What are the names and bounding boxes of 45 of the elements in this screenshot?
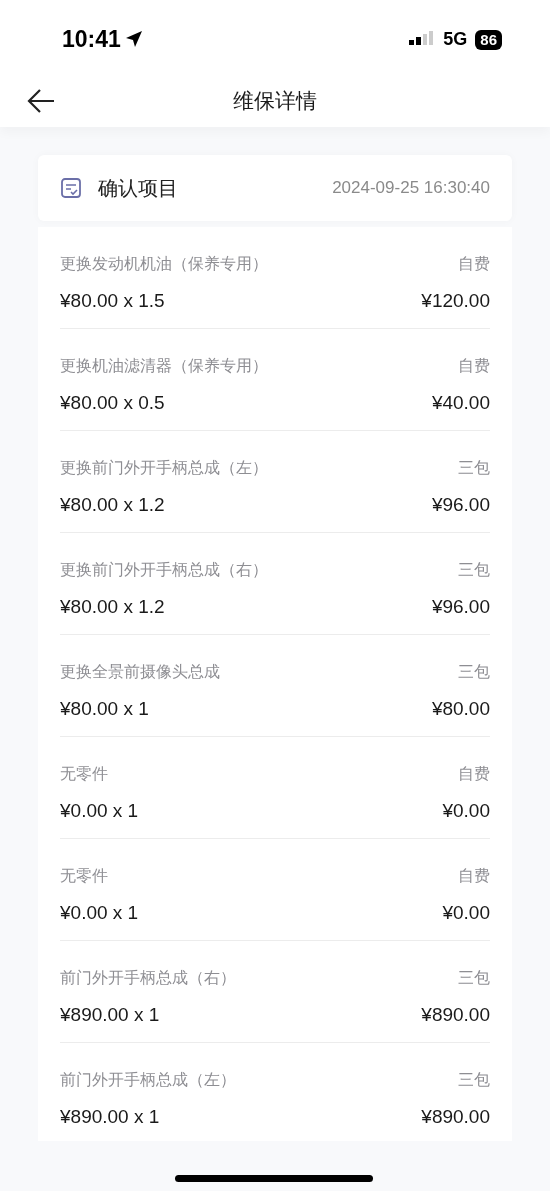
item-name: 无零件	[60, 764, 108, 784]
item-total: ¥120.00	[421, 289, 490, 313]
unit-price-quantity: ¥890.00 x 1	[60, 1003, 160, 1027]
battery-icon: 86	[475, 29, 502, 50]
section-title: 确认项目	[98, 176, 178, 201]
payment-type: 自费	[458, 764, 490, 784]
item-total: ¥80.00	[431, 697, 490, 721]
item-total: ¥0.00	[442, 799, 490, 823]
item-name: 更换前门外开手柄总成（右）	[60, 560, 268, 580]
payment-type: 自费	[458, 866, 490, 886]
item-total: ¥890.00	[421, 1105, 490, 1129]
location-arrow-icon	[124, 30, 143, 49]
item-name: 前门外开手柄总成（左）	[60, 1070, 236, 1090]
unit-price-quantity: ¥0.00 x 1	[60, 901, 139, 925]
item-total: ¥0.00	[442, 901, 490, 925]
item-total: ¥96.00	[431, 493, 490, 517]
unit-price-quantity: ¥890.00 x 1	[60, 1105, 160, 1129]
payment-type: 三包	[458, 968, 490, 988]
item-name: 更换全景前摄像头总成	[60, 662, 220, 682]
payment-type: 三包	[458, 1070, 490, 1090]
page-title: 维保详情	[233, 88, 317, 115]
unit-price-quantity: ¥80.00 x 0.5	[60, 391, 165, 415]
item-name: 更换前门外开手柄总成（左）	[60, 458, 268, 478]
payment-type: 三包	[458, 662, 490, 682]
unit-price-quantity: ¥0.00 x 1	[60, 799, 139, 823]
network-label: 5G	[443, 28, 468, 51]
item-name: 无零件	[60, 866, 108, 886]
item-total: ¥890.00	[421, 1003, 490, 1027]
item-name: 前门外开手柄总成（右）	[60, 968, 236, 988]
unit-price-quantity: ¥80.00 x 1	[60, 697, 149, 721]
payment-type: 自费	[458, 254, 490, 274]
item-name: 更换机油滤清器（保养专用）	[60, 356, 268, 376]
item-total: ¥96.00	[431, 595, 490, 619]
back-button[interactable]	[26, 87, 56, 115]
payment-type: 三包	[458, 560, 490, 580]
checklist-icon	[60, 177, 82, 199]
unit-price-quantity: ¥80.00 x 1.2	[60, 493, 165, 517]
payment-type: 自费	[458, 356, 490, 376]
section-datetime: 2024-09-25 16:30:40	[332, 177, 490, 200]
payment-type: 三包	[458, 458, 490, 478]
unit-price-quantity: ¥80.00 x 1.2	[60, 595, 165, 619]
unit-price-quantity: ¥80.00 x 1.5	[60, 289, 165, 313]
item-total: ¥40.00	[431, 391, 490, 415]
item-name: 更换发动机机油（保养专用）	[60, 254, 268, 274]
status-time: 10:41	[62, 25, 121, 54]
